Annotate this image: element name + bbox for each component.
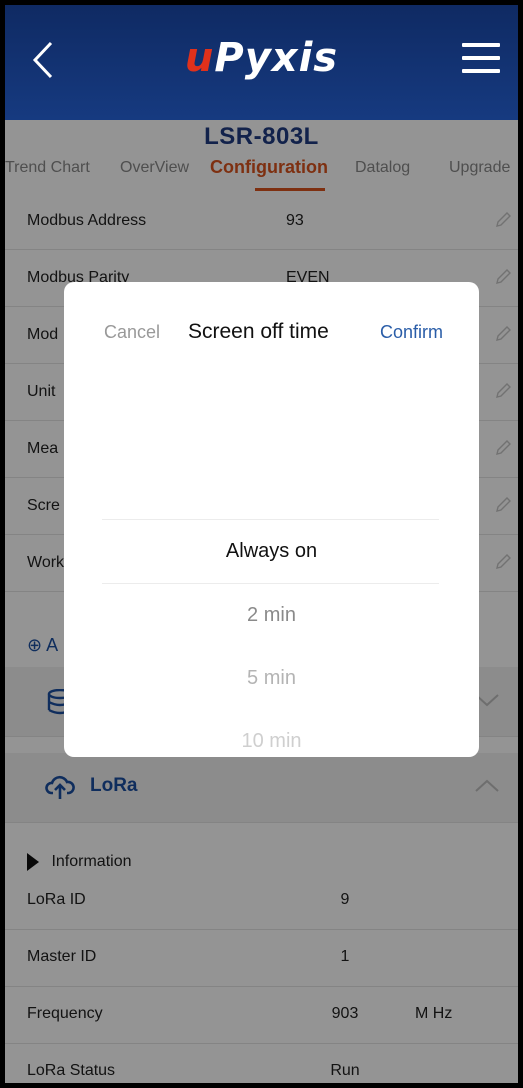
screen-off-time-picker: Cancel Screen off time Confirm Always on… — [64, 282, 479, 757]
picker-option[interactable]: 5 min — [64, 667, 479, 690]
cancel-button[interactable]: Cancel — [104, 322, 160, 343]
picker-option[interactable]: 10 min — [64, 730, 479, 753]
phone-screen: uPyxis LSR-803L Trend Chart OverView Con… — [5, 5, 518, 1083]
app-header: uPyxis — [5, 5, 518, 120]
picker-selection-line-top — [102, 519, 439, 520]
confirm-button[interactable]: Confirm — [380, 322, 443, 343]
picker-option-selected[interactable]: Always on — [64, 540, 479, 563]
picker-title: Screen off time — [188, 320, 329, 343]
app-logo: uPyxis — [184, 35, 339, 81]
picker-option[interactable]: 2 min — [64, 604, 479, 627]
hamburger-menu-icon[interactable] — [462, 43, 500, 77]
picker-selection-line-bottom — [102, 583, 439, 584]
